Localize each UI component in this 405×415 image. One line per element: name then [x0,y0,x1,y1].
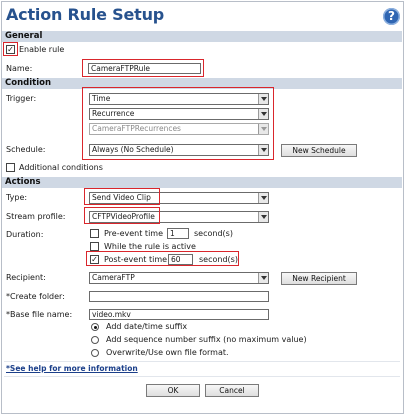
pre-event-unit: second(s) [194,229,233,238]
recipient-value: CameraFTP [92,273,135,282]
new-schedule-button[interactable]: New Schedule [281,144,357,157]
while-active-checkbox[interactable] [90,242,99,251]
highlight-type [84,188,160,205]
help-icon[interactable]: ? [383,8,400,25]
base-file-name-input[interactable]: video.mkv [89,309,269,320]
chevron-down-icon [258,193,268,203]
page-title: Action Rule Setup [6,5,165,24]
trigger-label: Trigger: [6,94,37,103]
pre-event-input[interactable]: 1 [167,228,189,239]
highlight-condition [82,87,274,160]
enable-rule-label: Enable rule [19,45,65,54]
highlight-post-event [86,251,239,266]
type-label: Type: [6,193,28,202]
create-folder-label: *Create folder: [6,292,65,301]
highlight-name [82,59,204,77]
suffix-label-overwrite: Overwrite/Use own file format. [106,348,229,357]
suffix-radio-sequence[interactable] [91,336,99,344]
additional-conditions-label: Additional conditions [19,163,103,172]
ok-button[interactable]: OK [146,384,200,397]
pre-event-checkbox[interactable] [90,229,99,238]
help-link[interactable]: *See help for more information [6,364,138,373]
name-label: Name: [6,64,33,73]
chevron-down-icon [258,273,268,283]
recipient-label: Recipient: [6,273,46,282]
pre-event-label: Pre-event time [104,229,164,238]
schedule-label: Schedule: [6,145,46,154]
additional-conditions-checkbox[interactable] [6,163,15,172]
divider [4,361,400,362]
recipient-select[interactable]: CameraFTP [89,272,269,284]
new-recipient-button[interactable]: New Recipient [281,272,357,285]
section-actions: Actions [2,177,402,188]
cancel-button[interactable]: Cancel [205,384,259,397]
suffix-radio-overwrite[interactable] [91,349,99,357]
suffix-radio-datetime[interactable] [91,323,99,331]
divider [4,376,400,377]
highlight-stream-profile [84,207,160,224]
highlight-enable-rule [3,42,18,56]
base-file-name-label: *Base file name: [6,310,73,319]
duration-label: Duration: [6,230,44,239]
section-general: General [2,31,402,42]
chevron-down-icon [258,212,268,222]
stream-profile-label: Stream profile: [6,212,66,221]
create-folder-input[interactable] [89,291,269,302]
suffix-label-sequence: Add sequence number suffix (no maximum v… [106,335,307,344]
suffix-label-datetime: Add date/time suffix [106,322,188,331]
